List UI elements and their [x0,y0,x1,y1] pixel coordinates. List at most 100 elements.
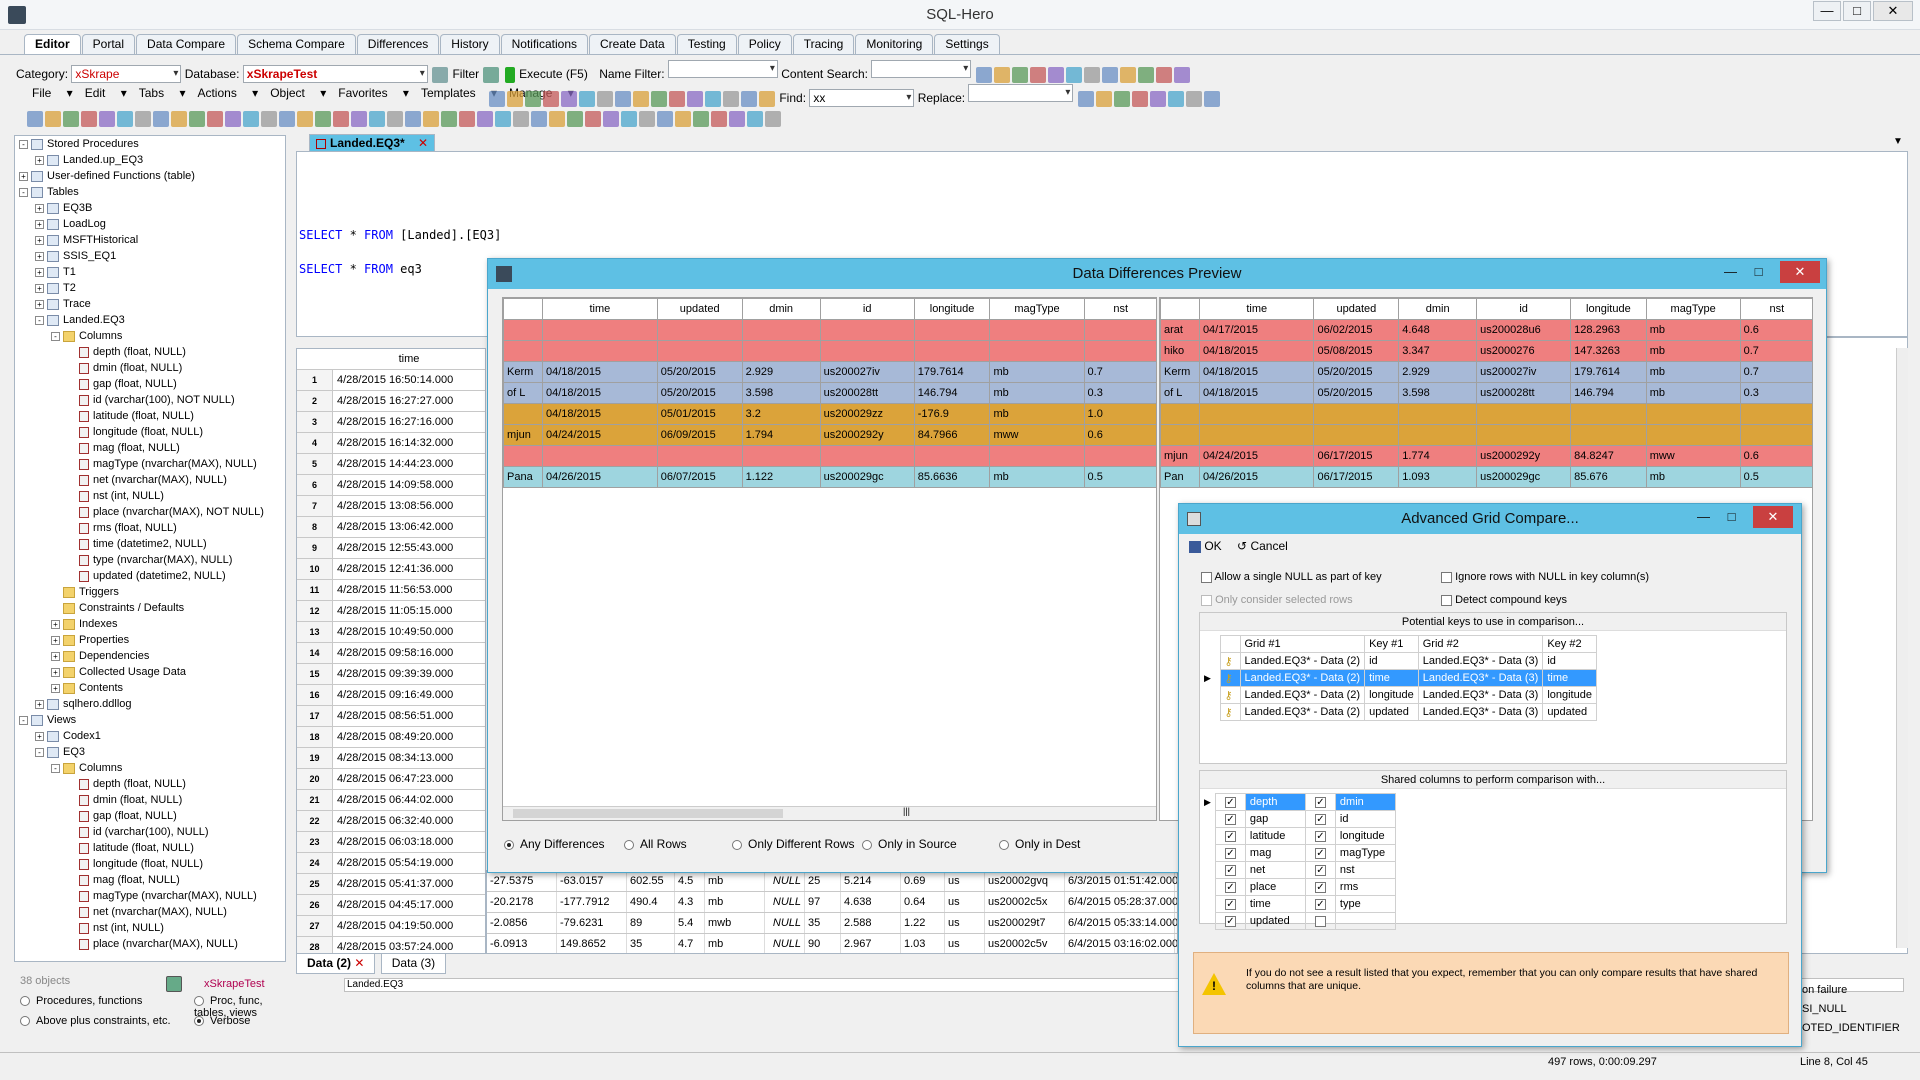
expand-toggle-icon[interactable]: + [51,667,60,677]
toolbar-icon[interactable] [675,111,691,127]
expand-toggle-icon[interactable]: + [51,635,60,645]
toolbar-icon[interactable] [99,111,115,127]
radio-only-in-dest[interactable]: Only in Dest [999,837,1080,851]
diff-row[interactable] [503,445,1156,467]
column-header[interactable]: longitude [913,298,991,320]
menu-object[interactable]: Object ▾ [270,86,326,100]
expand-toggle-icon[interactable]: - [19,715,28,725]
radio-verbose[interactable] [194,1016,204,1027]
diff-row[interactable]: 04/18/2015 05/01/2015 3.2 us200029zz -176.9 m… [503,403,1156,425]
cancel-button[interactable]: Cancel [1250,539,1287,553]
table-row[interactable]: 15 4/28/2015 09:39:39.000 [297,664,485,685]
shared-checkbox[interactable]: ✓ [1224,813,1236,825]
toolbar-icon[interactable] [477,111,493,127]
tree-node[interactable]: depth (float, NULL) [15,776,285,792]
diff-minimize-button[interactable]: — [1717,261,1744,283]
toolbar-icon[interactable] [579,90,595,107]
toolbar-icon[interactable] [117,111,133,127]
toolbar-icon[interactable] [1149,90,1166,107]
toolbar-icon[interactable] [1119,66,1136,83]
toolbar-icon[interactable] [711,111,727,127]
shared-checkbox[interactable]: ✓ [1314,898,1326,910]
expand-toggle-icon[interactable]: - [19,139,28,149]
expand-toggle-icon[interactable]: + [35,203,44,213]
category-select[interactable]: xSkrape [71,65,182,83]
toolbar-icon[interactable] [567,111,583,127]
toolbar-icon[interactable] [1167,90,1184,107]
toolbar-icon[interactable] [225,111,241,127]
chevron-down-icon[interactable]: ▼ [1893,136,1903,147]
close-icon[interactable]: ✕ [354,956,364,970]
table-row[interactable]: 7 4/28/2015 13:08:56.000 [297,496,485,517]
menu-favorites[interactable]: Favorites ▾ [338,86,409,100]
table-row[interactable]: 5 4/28/2015 14:44:23.000 [297,454,485,475]
refresh-icon[interactable] [483,66,500,83]
menu-tabs[interactable]: Tabs ▾ [139,86,186,100]
tree-node[interactable]: net (nvarchar(MAX), NULL) [15,472,285,488]
column-header[interactable]: Grid #1 [1239,635,1366,653]
tree-node[interactable]: gap (float, NULL) [15,376,285,392]
filter-button[interactable]: Filter [452,67,479,81]
replace-input[interactable] [968,84,1074,102]
toolbar-icon[interactable] [63,111,79,127]
toolbar-icon[interactable] [549,111,565,127]
tree-node[interactable]: mag (float, NULL) [15,440,285,456]
tree-node[interactable]: depth (float, NULL) [15,344,285,360]
find-input[interactable]: xx [809,89,915,107]
toolbar-icon[interactable] [693,111,709,127]
toolbar-icon[interactable] [1137,66,1154,83]
shared-checkbox[interactable]: ✓ [1314,864,1326,876]
expand-toggle-icon[interactable]: + [35,235,44,245]
expand-toggle-icon[interactable]: - [35,315,44,325]
expand-toggle-icon[interactable]: + [35,251,44,261]
column-header[interactable] [503,298,543,320]
toolbar-icon[interactable] [489,90,505,107]
tree-node[interactable]: - EQ3 [15,744,285,760]
expand-toggle-icon[interactable]: + [51,683,60,693]
tree-node[interactable]: + SSIS_EQ1 [15,248,285,264]
table-row[interactable]: 23 4/28/2015 06:03:18.000 [297,832,485,853]
radio-all-rows[interactable]: All Rows [624,837,687,851]
diff-maximize-button[interactable]: □ [1745,261,1772,283]
radio-button[interactable] [624,839,634,850]
tree-node[interactable]: type (nvarchar(MAX), NULL) [15,552,285,568]
column-header[interactable]: Key #2 [1542,635,1597,653]
column-header[interactable]: time [1198,298,1315,320]
table-row[interactable]: 2 4/28/2015 16:27:27.000 [297,391,485,412]
column-header[interactable]: nst [1083,298,1156,320]
column-header[interactable]: time [542,298,658,320]
shared-row[interactable]: ▶ ✓ depth ✓ dmin [1200,793,1396,811]
table-row[interactable]: 6 4/28/2015 14:09:58.000 [297,475,485,496]
diff-row[interactable]: Pana 04/26/2015 06/07/2015 1.122 us200029gc 8… [503,466,1156,488]
expand-toggle-icon[interactable]: + [35,299,44,309]
table-row[interactable]: 14 4/28/2015 09:58:16.000 [297,643,485,664]
shared-checkbox[interactable]: ✓ [1224,847,1236,859]
radio-button[interactable] [999,839,1009,850]
results-header-time[interactable]: time [297,349,485,370]
toolbar-icon[interactable] [405,111,421,127]
radio-only-in-source[interactable]: Only in Source [862,837,957,851]
diff-close-button[interactable]: ✕ [1780,261,1820,283]
expand-toggle-icon[interactable]: + [35,155,44,165]
diff-row[interactable]: mjun 04/24/2015 06/17/2015 1.774 us2000292y 8… [1160,445,1812,467]
tree-node[interactable]: - Views [15,712,285,728]
column-header[interactable]: dmin [1398,298,1478,320]
toolbar-icon[interactable] [543,90,559,107]
expand-toggle-icon[interactable]: + [35,219,44,229]
toolbar-icon[interactable] [153,111,169,127]
shared-checkbox[interactable]: ✓ [1314,881,1326,893]
horizontal-scrollbar[interactable]: ||| [503,806,1156,820]
toolbar-icon[interactable] [759,90,775,107]
toolbar-icon[interactable] [1083,66,1100,83]
expand-toggle-icon[interactable]: + [51,619,60,629]
column-header[interactable]: Key #1 [1364,635,1419,653]
tab-portal[interactable]: Portal [81,34,136,54]
column-header[interactable]: longitude [1570,298,1647,320]
toolbar-icon[interactable] [81,111,97,127]
toolbar-icon[interactable] [207,111,223,127]
tab-history[interactable]: History [440,34,500,54]
shared-row[interactable]: ✓ updated [1200,912,1396,930]
database-icon[interactable] [166,976,182,992]
column-header[interactable]: dmin [741,298,821,320]
shared-checkbox[interactable]: ✓ [1224,830,1236,842]
